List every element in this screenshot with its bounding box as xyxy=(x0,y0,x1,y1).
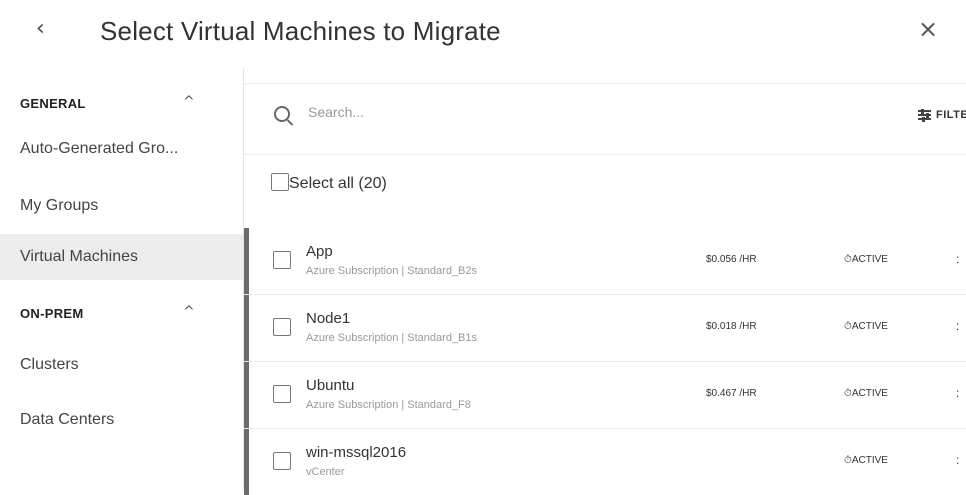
row-checkbox[interactable] xyxy=(273,251,291,269)
vm-row[interactable]: Node1 Azure Subscription | Standard_B1s … xyxy=(244,295,966,362)
sidebar-item-clusters[interactable]: Clusters xyxy=(0,342,244,388)
vm-row[interactable]: Ubuntu Azure Subscription | Standard_F8 … xyxy=(244,362,966,429)
row-checkbox[interactable] xyxy=(273,452,291,470)
more-icon[interactable]: : xyxy=(956,453,959,467)
vm-status-label: ACTIVE xyxy=(851,321,888,332)
sidebar: GENERAL ^ Auto-Generated Gro... My Group… xyxy=(0,68,244,491)
sidebar-item-my-groups[interactable]: My Groups xyxy=(0,183,244,229)
sidebar-item-virtual-machines[interactable]: Virtual Machines xyxy=(0,234,244,280)
more-icon[interactable]: : xyxy=(956,319,959,333)
collapse-general-icon[interactable]: ^ xyxy=(183,94,195,110)
vm-status: ⏱ACTIVE xyxy=(844,321,888,332)
clock-icon: ⏱ xyxy=(844,321,852,332)
row-marker xyxy=(244,429,249,495)
vm-status: ⏱ACTIVE xyxy=(844,388,888,399)
row-checkbox[interactable] xyxy=(273,385,291,403)
vm-name: win-mssql2016 xyxy=(306,444,407,461)
back-chevron-icon[interactable]: ‹ xyxy=(36,16,45,41)
vm-row[interactable]: App Azure Subscription | Standard_B2s $0… xyxy=(244,228,966,295)
vm-status-label: ACTIVE xyxy=(851,388,888,399)
select-all[interactable]: Select all (20) xyxy=(271,173,387,193)
vm-details: Azure Subscription | Standard_B1s xyxy=(306,332,478,344)
section-header-on-prem: ON-PREM xyxy=(20,306,84,321)
row-marker xyxy=(244,362,249,428)
close-icon[interactable]: × xyxy=(918,15,938,43)
clock-icon: ⏱ xyxy=(844,388,852,399)
vm-price: $0.056 /HR xyxy=(706,254,757,265)
vm-details: Azure Subscription | Standard_F8 xyxy=(306,399,471,411)
vm-name: App xyxy=(306,243,333,260)
vm-details: Azure Subscription | Standard_B2s xyxy=(306,265,478,277)
vm-status-label: ACTIVE xyxy=(851,254,888,265)
filter-button[interactable]: FILTER xyxy=(936,109,966,121)
vm-status-label: ACTIVE xyxy=(851,455,888,466)
vm-price: $0.018 /HR xyxy=(706,321,757,332)
row-marker xyxy=(244,228,249,294)
vm-details: vCenter xyxy=(306,466,345,478)
row-marker xyxy=(244,295,249,361)
vm-row[interactable]: win-mssql2016 vCenter ⏱ACTIVE : xyxy=(244,429,966,495)
collapse-on-prem-icon[interactable]: ^ xyxy=(183,304,195,320)
clock-icon: ⏱ xyxy=(844,455,852,466)
page-title: Select Virtual Machines to Migrate xyxy=(100,16,501,46)
vm-status: ⏱ACTIVE xyxy=(844,455,888,466)
more-icon[interactable]: : xyxy=(956,386,959,400)
search-bar: FILTER xyxy=(244,83,966,155)
clock-icon: ⏱ xyxy=(844,254,852,265)
select-all-label: Select all (20) xyxy=(289,175,387,193)
sidebar-item-auto-generated-groups[interactable]: Auto-Generated Gro... xyxy=(0,126,244,172)
sidebar-item-data-centers[interactable]: Data Centers xyxy=(0,397,244,443)
select-all-checkbox[interactable] xyxy=(271,173,289,191)
section-header-general: GENERAL xyxy=(20,96,86,111)
search-icon xyxy=(274,106,290,122)
main-panel: FILTER Select all (20) App Azure Subscri… xyxy=(244,68,966,495)
vm-price: $0.467 /HR xyxy=(706,388,757,399)
vm-name: Ubuntu xyxy=(306,377,355,394)
vm-name: Node1 xyxy=(306,310,351,327)
more-icon[interactable]: : xyxy=(956,252,959,266)
filter-sliders-icon[interactable] xyxy=(918,108,931,122)
search-input[interactable] xyxy=(308,104,708,120)
vm-status: ⏱ACTIVE xyxy=(844,254,888,265)
row-checkbox[interactable] xyxy=(273,318,291,336)
dialog-header: ‹ Select Virtual Machines to Migrate × xyxy=(0,0,966,68)
